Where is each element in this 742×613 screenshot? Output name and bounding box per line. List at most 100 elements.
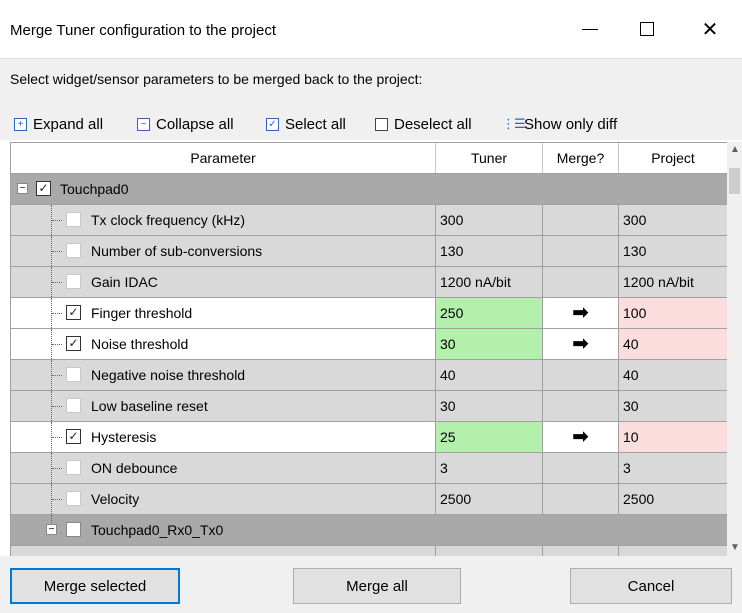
collapse-all-label: Collapse all <box>156 115 234 133</box>
parameter-label: Finger threshold <box>91 305 193 321</box>
table-row[interactable]: Negative noise threshold 40 40 <box>11 360 728 391</box>
vertical-scrollbar[interactable]: ▲ ▼ <box>727 142 742 556</box>
row-checkbox[interactable] <box>66 274 81 289</box>
parameter-label: Negative noise threshold <box>91 367 246 383</box>
scroll-up-icon[interactable]: ▲ <box>730 144 740 155</box>
toolbar: + Expand all − Collapse all ✓ Select all… <box>0 100 742 140</box>
deselect-all-button[interactable]: Deselect all <box>375 114 472 134</box>
tree-branch <box>52 220 62 221</box>
grid-header: Parameter Tuner Merge? Project <box>11 143 728 174</box>
parameter-cell: Negative noise threshold <box>11 360 436 390</box>
merge-cell <box>543 267 619 297</box>
tree-branch <box>52 406 62 407</box>
row-checkbox[interactable] <box>66 367 81 382</box>
collapse-all-button[interactable]: − Collapse all <box>137 114 234 134</box>
row-checkbox[interactable]: ✓ <box>66 429 81 444</box>
tree-group-row[interactable]: − Touchpad0_Rx0_Tx0 <box>11 515 728 546</box>
table-row[interactable]: Low baseline reset 30 30 <box>11 391 728 422</box>
dialog-footer: Merge selected Merge all Cancel <box>0 556 742 613</box>
project-value: 300 <box>619 205 728 235</box>
project-value: 40 <box>619 329 728 359</box>
parameter-label: ON debounce <box>91 460 178 476</box>
list-icon: ⋮☰ <box>502 116 526 131</box>
project-value: 3 <box>619 453 728 483</box>
parameter-cell: ✓ Hysteresis <box>11 422 436 452</box>
table-row[interactable]: ✓ Hysteresis 25 ➡ 10 <box>11 422 728 453</box>
tree-group-row[interactable]: − ✓ Touchpad0 <box>11 174 728 205</box>
arrow-right-icon: ➡ <box>572 333 589 355</box>
parameter-label: Number of sub-conversions <box>91 243 263 259</box>
tuner-value: 25 <box>436 422 543 452</box>
merge-cell: ➡ <box>543 422 619 452</box>
maximize-button[interactable] <box>632 16 662 42</box>
expand-all-button[interactable]: + Expand all <box>14 114 103 134</box>
row-checkbox[interactable] <box>66 460 81 475</box>
expand-all-label: Expand all <box>33 115 104 133</box>
tuner-value: 130 <box>436 236 543 266</box>
group-checkbox[interactable]: ✓ <box>36 181 51 196</box>
scroll-down-icon[interactable]: ▼ <box>730 542 740 553</box>
minimize-icon <box>582 28 598 30</box>
select-all-button[interactable]: ✓ Select all <box>266 114 346 134</box>
table-row[interactable]: Number of sub-conversions 130 130 <box>11 236 728 267</box>
arrow-right-icon: ➡ <box>572 302 589 324</box>
scroll-thumb[interactable] <box>729 168 740 194</box>
table-row[interactable]: Gain IDAC 1200 nA/bit 1200 nA/bit <box>11 267 728 298</box>
tree-branch <box>52 499 62 500</box>
group-label: Touchpad0_Rx0_Tx0 <box>91 522 224 538</box>
tuner-value: 300 <box>436 205 543 235</box>
title-bar: Merge Tuner configuration to the project… <box>0 0 742 58</box>
merge-cell: ➡ <box>543 329 619 359</box>
checkbox-empty-icon <box>375 117 388 131</box>
parameter-cell <box>11 546 436 556</box>
row-checkbox[interactable] <box>66 212 81 227</box>
partial-row <box>11 546 728 556</box>
collapse-toggle-icon[interactable]: − <box>17 183 28 194</box>
row-checkbox[interactable] <box>66 243 81 258</box>
checkbox-checked-icon: ✓ <box>266 117 279 131</box>
table-row[interactable]: ✓ Noise threshold 30 ➡ 40 <box>11 329 728 360</box>
row-checkbox[interactable]: ✓ <box>66 305 81 320</box>
maximize-icon <box>640 22 654 36</box>
table-row[interactable]: ON debounce 3 3 <box>11 453 728 484</box>
column-header-project[interactable]: Project <box>619 143 728 173</box>
table-row[interactable]: Velocity 2500 2500 <box>11 484 728 515</box>
merge-cell <box>543 360 619 390</box>
cancel-button[interactable]: Cancel <box>570 568 732 604</box>
collapse-toggle-icon[interactable]: − <box>46 524 57 535</box>
parameter-cell: ✓ Finger threshold <box>11 298 436 328</box>
arrow-right-icon: ➡ <box>572 426 589 448</box>
project-value: 10 <box>619 422 728 452</box>
parameter-cell: Number of sub-conversions <box>11 236 436 266</box>
table-row[interactable]: Tx clock frequency (kHz) 300 300 <box>11 205 728 236</box>
group-checkbox[interactable] <box>66 522 81 537</box>
close-button[interactable]: ✕ <box>695 16 725 42</box>
select-all-label: Select all <box>285 115 346 133</box>
parameter-label: Noise threshold <box>91 336 189 352</box>
show-only-diff-button[interactable]: ⋮☰ Show only diff <box>502 114 617 134</box>
table-row[interactable]: ✓ Finger threshold 250 ➡ 100 <box>11 298 728 329</box>
column-header-tuner[interactable]: Tuner <box>436 143 543 173</box>
tuner-value: 1200 nA/bit <box>436 267 543 297</box>
parameter-grid: Parameter Tuner Merge? Project − ✓ Touch… <box>10 142 742 556</box>
close-icon: ✕ <box>701 18 719 41</box>
merge-all-button[interactable]: Merge all <box>293 568 461 604</box>
column-header-merge[interactable]: Merge? <box>543 143 619 173</box>
collapse-icon: − <box>137 117 150 131</box>
tree-branch <box>52 468 62 469</box>
tuner-value: 2500 <box>436 484 543 514</box>
row-checkbox[interactable] <box>66 491 81 506</box>
tuner-value: 3 <box>436 453 543 483</box>
column-header-parameter[interactable]: Parameter <box>11 143 436 173</box>
merge-cell <box>543 453 619 483</box>
merge-cell <box>543 205 619 235</box>
merge-cell <box>543 546 619 556</box>
row-checkbox[interactable] <box>66 398 81 413</box>
expand-icon: + <box>14 117 27 131</box>
merge-selected-button[interactable]: Merge selected <box>10 568 180 604</box>
minimize-button[interactable] <box>575 16 605 42</box>
parameter-cell: Low baseline reset <box>11 391 436 421</box>
parameter-label: Velocity <box>91 491 140 507</box>
row-checkbox[interactable]: ✓ <box>66 336 81 351</box>
show-only-diff-label: Show only diff <box>524 115 618 133</box>
